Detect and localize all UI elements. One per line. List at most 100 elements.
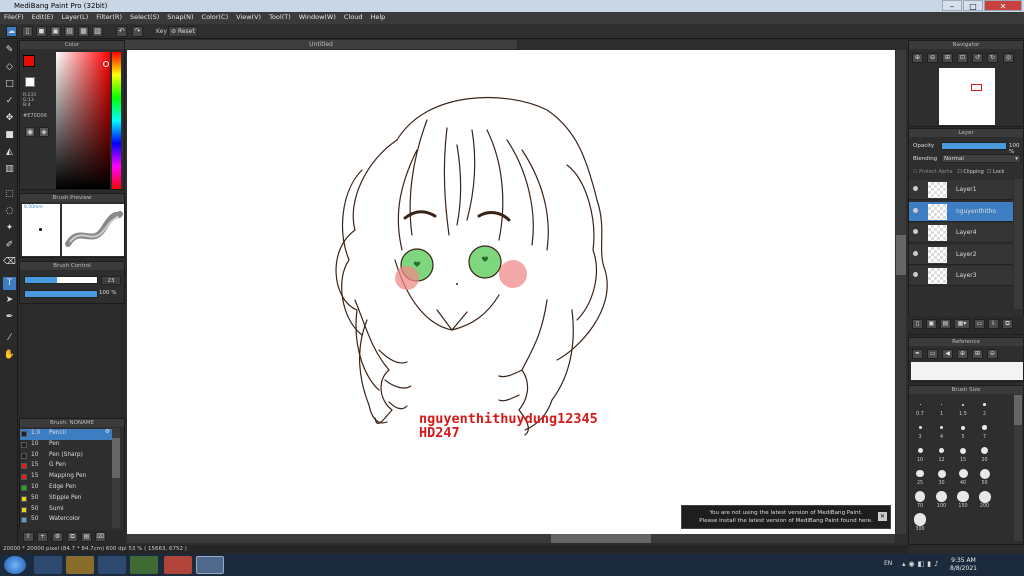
clipping-checkbox[interactable]: ☐ Clipping [957,169,983,175]
brush-size-option[interactable]: 150 [953,490,973,509]
brush-size-option[interactable]: 200 [975,490,995,509]
maximize-button[interactable]: □ [963,0,983,11]
brush-size-option[interactable]: 2 [975,398,995,417]
vertical-scroll-thumb[interactable] [896,235,906,275]
notification-close-icon[interactable]: ✕ [878,512,887,521]
layer-row[interactable]: Layer4 [909,223,1013,243]
brush-size-scrollbar[interactable] [1014,395,1022,541]
brush-copy-icon[interactable]: ⧉ [67,532,78,542]
navigator-thumbnail[interactable] [939,68,995,125]
brush-size-option[interactable]: 40 [953,467,973,486]
brush-size-option[interactable]: 25 [910,467,930,486]
eyedropper-icon[interactable]: ✒ [3,311,16,324]
text-tool-icon[interactable]: T [3,277,16,290]
layer-opacity-slider[interactable] [941,142,1007,150]
reference-prev-icon[interactable]: ◀ [942,349,953,359]
brush-size-slider[interactable] [24,276,98,284]
brush-size-option[interactable]: 70 [910,490,930,509]
navigator-viewport[interactable] [971,84,982,91]
menu-layer[interactable]: Layer(L) [57,12,92,22]
brush-list-item[interactable]: 50 Watercolor [20,515,114,526]
new-file-icon[interactable]: ▯ [22,26,33,37]
brush-upload-icon[interactable]: ⇧ [23,532,34,542]
brush-size-option[interactable]: 10 [910,444,930,463]
eraser-tool-icon[interactable]: ◇ [3,61,16,74]
brush-size-scroll-thumb[interactable] [1014,395,1022,425]
select-eraser-icon[interactable]: ⌫ [3,256,16,269]
layer-add-menu-icon[interactable]: ▦▾ [954,319,970,329]
drawing-canvas[interactable]: nguyenthithuydung12345 HD247 [127,50,895,534]
start-button[interactable] [4,556,26,574]
brush-list-scrollbar[interactable] [112,428,120,528]
reset-rotation-icon[interactable]: ◎ [1003,53,1014,63]
brush-list-item[interactable]: 15 Mapping Pen [20,472,114,483]
new-layer-icon[interactable]: ▯ [912,319,923,329]
select-pen-icon[interactable]: ✐ [3,239,16,252]
layer-folder-icon[interactable]: ▭ [974,319,985,329]
eye-icon[interactable] [913,250,918,256]
reference-fit-icon[interactable]: ⊞ [972,349,983,359]
rectangle-tool-icon[interactable]: □ [3,78,16,91]
gear-icon[interactable]: ⚙ [105,429,110,435]
bucket-tool-icon[interactable]: ◭ [3,146,16,159]
move-tool-icon[interactable]: ✥ [3,112,16,125]
new-8bit-layer-icon[interactable]: ▤ [940,319,951,329]
menu-select[interactable]: Select(S) [126,12,163,22]
media-player-icon[interactable] [98,556,126,574]
color-picker-icon[interactable]: ◈ [39,127,49,137]
menu-file[interactable]: File(F) [0,12,28,22]
brush-folder-icon[interactable]: ▤ [81,532,92,542]
menu-help[interactable]: Help [366,12,389,22]
comment-icon[interactable]: ◼ [36,26,47,37]
brush-list-item[interactable]: 50 Stipple Pen [20,494,114,505]
menu-tool[interactable]: Tool(T) [265,12,295,22]
fill-rect-tool-icon[interactable]: ■ [3,129,16,142]
tray-icons[interactable]: ▴◉◧▮♪ [902,560,942,568]
rotate-left-icon[interactable]: ↺ [972,53,983,63]
brush-size-option[interactable]: 12 [932,444,952,463]
explorer-icon[interactable] [66,556,94,574]
layer-row[interactable]: Layer2 [909,244,1013,265]
gradient-tool-icon[interactable]: ▥ [3,163,16,176]
saturation-value-field[interactable] [56,52,110,189]
vertical-scrollbar[interactable] [896,50,906,534]
brush-list-item[interactable]: 15 G Pen [20,461,114,472]
reset-button[interactable]: ⊘ Reset [168,26,198,37]
brush-size-option[interactable]: 1.5 [953,398,973,417]
layer-row[interactable]: nguyenthitho [909,201,1013,222]
reference-open-icon[interactable]: ▭ [927,349,938,359]
select-tool-icon[interactable]: ⬚ [3,188,16,201]
brush-opacity-slider[interactable] [24,290,98,298]
menu-color[interactable]: Color(C) [198,12,233,22]
lock-checkbox[interactable]: ☐ Lock [987,169,1004,175]
brush-size-option[interactable]: 20 [975,444,995,463]
medibang-taskbar-icon[interactable] [196,556,224,574]
palette-icon[interactable]: ◉ [25,127,35,137]
brush-list-item[interactable]: 10 Pen (Sharp) [20,451,114,462]
zoom-out-icon[interactable]: ⊖ [927,53,938,63]
brush-size-option[interactable]: 1 [932,398,952,417]
hue-slider[interactable] [112,52,121,189]
fit-icon[interactable]: ⊞ [942,53,953,63]
eye-icon[interactable] [913,186,918,191]
brush-size-option[interactable]: 5 [953,421,973,440]
ruler-icon[interactable]: ⁄ [3,332,16,345]
new-halftone-layer-icon[interactable]: ▣ [926,319,937,329]
reference-zoom-out-icon[interactable]: ⊖ [987,349,998,359]
brush-size-value[interactable]: 23 [101,276,121,285]
magic-wand-icon[interactable]: ✦ [3,222,16,235]
ie-icon[interactable] [34,556,62,574]
update-notification[interactable]: You are not using the latest version of … [681,505,891,529]
brush-size-option[interactable]: 100 [932,490,952,509]
brush-list-scroll-thumb[interactable] [112,438,120,478]
brush-size-option[interactable]: 300 [910,513,930,532]
primary-color-swatch[interactable] [23,55,35,67]
language-indicator[interactable]: EN [884,560,892,567]
brush-size-option[interactable]: 15 [953,444,973,463]
brush-size-option[interactable]: 30 [932,467,952,486]
brush-size-option[interactable]: 3 [910,421,930,440]
eye-icon[interactable] [913,229,918,234]
undo-icon[interactable]: ↶ [116,26,127,37]
menu-edit[interactable]: Edit(E) [28,12,58,22]
export-icon[interactable]: ▧ [92,26,103,37]
